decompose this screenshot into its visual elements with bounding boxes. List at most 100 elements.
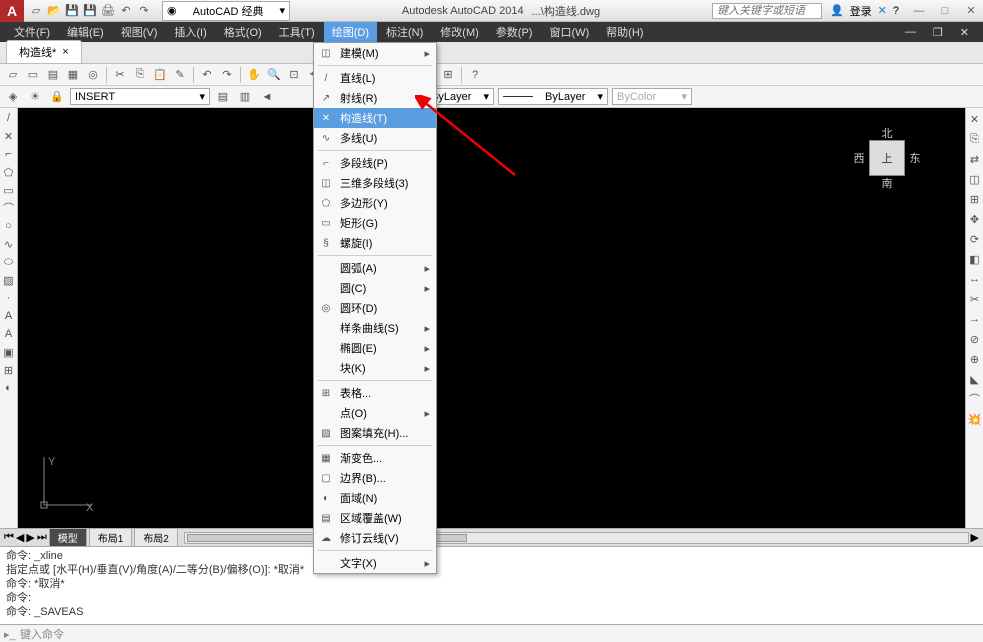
zoom-icon[interactable]: 🔍 [265,66,283,84]
menu-item[interactable]: ◐面域(N) [314,488,436,508]
point-icon[interactable]: · [1,290,17,306]
horizontal-scrollbar[interactable] [184,532,969,544]
copy-obj-icon[interactable]: ⎘ [966,130,983,148]
menu-item[interactable]: ▢边界(B)... [314,468,436,488]
move-icon[interactable]: ✥ [966,210,983,228]
model-canvas[interactable]: Y X 北 西 上 东 南 [18,108,965,528]
arc-icon[interactable]: ⌒ [1,200,17,216]
menu-draw[interactable]: 绘图(D) [324,22,377,42]
plot-icon[interactable]: ▦ [64,66,82,84]
doc-minimize-icon[interactable]: — [897,24,924,40]
tab-nav-last-icon[interactable]: ⏭ [37,531,47,544]
menu-item[interactable]: 椭圆(E)▸ [314,338,436,358]
menu-item[interactable]: §螺旋(I) [314,233,436,253]
workspace-selector[interactable]: ◉ AutoCAD 经典 ▾ [162,1,290,21]
lineweight-combo[interactable]: ByLayer▾ [498,88,608,105]
redo-icon[interactable]: ↷ [218,66,236,84]
menu-modify[interactable]: 修改(M) [432,22,487,42]
menu-help[interactable]: 帮助(H) [598,22,651,42]
tab-layout1[interactable]: 布局1 [89,528,133,547]
menu-item[interactable]: 块(K)▸ [314,358,436,378]
undo-icon[interactable]: ↶ [118,3,134,19]
copy-icon[interactable]: ⎘ [131,66,149,84]
person-icon[interactable]: 👤 [830,4,844,17]
layer-icon[interactable]: ◈ [4,88,22,106]
open-icon[interactable]: ▭ [24,66,42,84]
menu-format[interactable]: 格式(O) [216,22,270,42]
menu-item[interactable]: 圆弧(A)▸ [314,258,436,278]
menu-item[interactable]: ▭矩形(G) [314,213,436,233]
saveas-icon[interactable]: 💾 [82,3,98,19]
new-icon[interactable]: ▱ [28,3,44,19]
menu-item[interactable]: ↗射线(R) [314,88,436,108]
tab-nav-first-icon[interactable]: ⏮ [4,531,14,544]
explode-icon[interactable]: 💥 [966,410,983,428]
polyline-icon[interactable]: ⌐ [1,146,17,162]
menu-item[interactable]: 样条曲线(S)▸ [314,318,436,338]
ellipse-icon[interactable]: ⬭ [1,254,17,270]
tab-layout2[interactable]: 布局2 [134,528,178,547]
redo-icon[interactable]: ↷ [136,3,152,19]
lock-icon[interactable]: 🔒 [48,88,66,106]
pan-icon[interactable]: ✋ [245,66,263,84]
plot-icon[interactable]: 🖨 [100,3,116,19]
menu-item[interactable]: 圆(C)▸ [314,278,436,298]
tab-model[interactable]: 模型 [49,528,87,547]
doc-restore-icon[interactable]: ❐ [925,24,951,41]
rectangle-icon[interactable]: ▭ [1,182,17,198]
close-tab-icon[interactable]: × [62,46,68,58]
menu-dimension[interactable]: 标注(N) [378,22,431,42]
zoom-window-icon[interactable]: ⊡ [285,66,303,84]
preview-icon[interactable]: ◎ [84,66,102,84]
viewcube[interactable]: 北 西 上 东 南 [849,126,925,190]
region-icon[interactable]: ◐ [1,380,17,396]
fillet-icon[interactable]: ⌒ [966,390,983,408]
menu-parametric[interactable]: 参数(P) [488,22,541,42]
tab-nav-prev-icon[interactable]: ◀ [16,531,24,544]
close-button[interactable]: ✕ [959,2,983,20]
document-tab[interactable]: 构造线* × [6,40,82,63]
app-logo[interactable]: A [0,0,24,22]
offset-icon[interactable]: ◫ [966,170,983,188]
break-icon[interactable]: ⊘ [966,330,983,348]
chamfer-icon[interactable]: ◣ [966,370,983,388]
menu-file[interactable]: 文件(F) [6,22,58,42]
sun-icon[interactable]: ☀ [26,88,44,106]
line-icon[interactable]: / [1,110,17,126]
login-button[interactable]: 登录 [850,3,872,19]
menu-item[interactable]: ▦渐变色... [314,448,436,468]
menu-item[interactable]: ⬠多边形(Y) [314,193,436,213]
new-icon[interactable]: ▱ [4,66,22,84]
join-icon[interactable]: ⊕ [966,350,983,368]
table-icon[interactable]: ⊞ [1,362,17,378]
menu-item[interactable]: ◫建模(M)▸ [314,43,436,63]
match-icon[interactable]: ✎ [171,66,189,84]
array-icon[interactable]: ⊞ [966,190,983,208]
menu-item[interactable]: /直线(L) [314,68,436,88]
spline-icon[interactable]: ∿ [1,236,17,252]
menu-insert[interactable]: 插入(I) [166,22,214,42]
save-icon[interactable]: ▤ [44,66,62,84]
menu-window[interactable]: 窗口(W) [541,22,597,42]
layer-props-icon[interactable]: ▤ [214,88,232,106]
layer-prev-icon[interactable]: ◄ [258,88,276,106]
menu-item[interactable]: ☁修订云线(V) [314,528,436,548]
open-icon[interactable]: 📂 [46,3,62,19]
exchange-icon[interactable]: ✕ [878,4,887,17]
command-input-row[interactable]: ▸_ 键入命令 [0,624,983,642]
rotate-icon[interactable]: ⟳ [966,230,983,248]
viewcube-top[interactable]: 上 [869,140,905,176]
scale-icon[interactable]: ◧ [966,250,983,268]
scroll-right-icon[interactable]: ▶ [971,531,979,544]
menu-item[interactable]: ✕构造线(T) [314,108,436,128]
maximize-button[interactable]: □ [933,2,957,20]
help-icon[interactable]: ? [893,5,899,17]
menu-item[interactable]: 点(O)▸ [314,403,436,423]
menu-item[interactable]: ∿多线(U) [314,128,436,148]
paste-icon[interactable]: 📋 [151,66,169,84]
menu-item[interactable]: ⊞表格... [314,383,436,403]
menu-tools[interactable]: 工具(T) [271,22,323,42]
undo-icon[interactable]: ↶ [198,66,216,84]
search-input[interactable] [712,3,822,19]
stretch-icon[interactable]: ↔ [966,270,983,288]
